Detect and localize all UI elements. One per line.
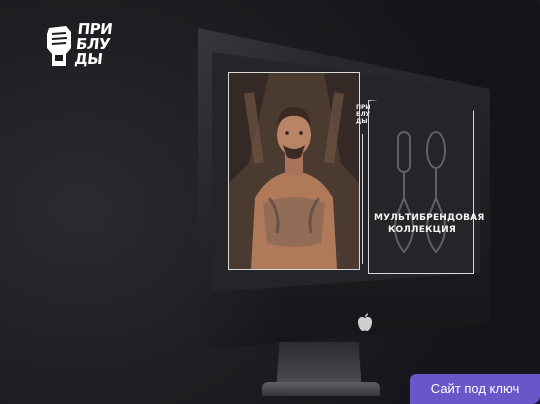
- logo-wordmark: ПРИ БЛУ ДЫ: [73, 20, 129, 68]
- site-logo-line: БЛУ: [356, 111, 371, 118]
- brand-logo[interactable]: ПРИ БЛУ ДЫ: [44, 20, 124, 72]
- collection-title-line: КОЛЛЕКЦИЯ: [387, 225, 457, 235]
- collection-title-line: МУЛЬТИБРЕНДОВАЯ: [374, 213, 485, 223]
- earrings-illustration: [394, 131, 446, 254]
- site-logo[interactable]: ПРИ БЛУ ДЫ: [356, 104, 370, 126]
- site-logo-line: ДЫ: [356, 118, 368, 125]
- site-logo-line: ПРИ: [356, 104, 371, 111]
- tattooed-man-photo: [229, 73, 359, 269]
- monitor-stand-base: [262, 382, 380, 396]
- logo-line: ДЫ: [73, 50, 104, 68]
- collection-title: МУЛЬТИБРЕНДОВАЯ КОЛЛЕКЦИЯ: [374, 212, 485, 236]
- apple-icon: [358, 313, 372, 331]
- showcase-scene: ПРИ БЛУ ДЫ ПРИ БЛУ ДЫ МУЛЬТИБРЕНДОВАЯ КО…: [0, 0, 540, 404]
- hero-image-panel: [228, 72, 360, 270]
- fist-icon: [47, 26, 71, 66]
- panel-divider: [362, 134, 363, 264]
- service-badge[interactable]: Сайт под ключ: [410, 374, 540, 404]
